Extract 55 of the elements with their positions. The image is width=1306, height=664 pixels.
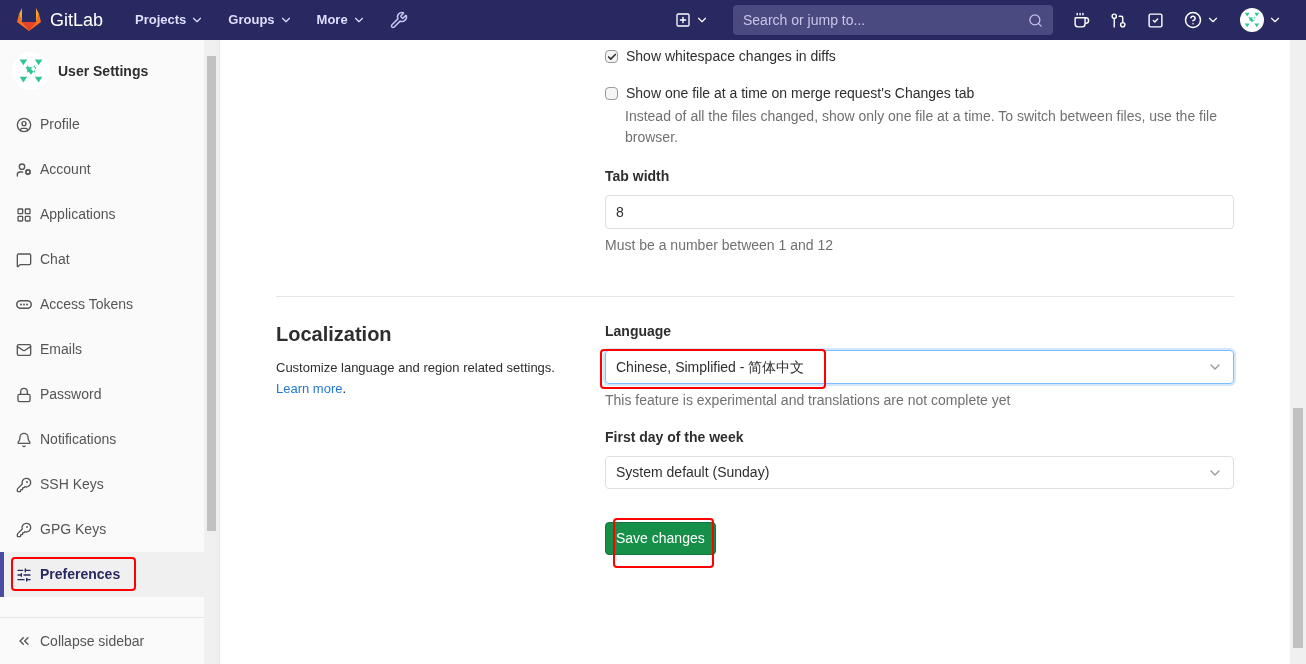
sidebar-item[interactable]: Password [0, 372, 204, 417]
avatar [1240, 8, 1264, 32]
merge-request-icon[interactable] [1110, 11, 1127, 29]
checkbox-label: Show one file at a time on merge request's Changes tab [626, 84, 975, 103]
plus-icon[interactable] [675, 12, 691, 28]
help-icon[interactable] [1184, 11, 1202, 29]
sidebar-item[interactable]: SSH Keys [0, 462, 204, 507]
input-field[interactable]: 8 [605, 195, 1234, 229]
checkbox[interactable] [605, 87, 618, 100]
section-title: Localization [276, 322, 393, 347]
language-select[interactable]: Chinese, Simplified - 简体中文 [605, 350, 1234, 384]
sidebar-item[interactable]: Applications [0, 192, 204, 237]
scrollbar[interactable] [204, 40, 219, 664]
sidebar-item[interactable]: Notifications [0, 417, 204, 462]
section-description: Customize language and region related settings. Learn more. [276, 359, 556, 398]
sidebar-item[interactable]: Account [0, 147, 204, 192]
chat-bubble-icon [16, 251, 32, 268]
help-text: Must be a number between 1 and 12 [605, 236, 835, 255]
brand-name[interactable]: GitLab [50, 6, 104, 34]
sidebar-item[interactable]: Chat [0, 237, 204, 282]
first-day-select[interactable]: System default (Sunday) [605, 456, 1234, 489]
grid-icon [16, 206, 32, 223]
save-button[interactable]: Save changes [605, 522, 716, 555]
dots-pill-icon [16, 300, 32, 309]
user-circle-icon [16, 116, 32, 133]
help-text: This feature is experimental and translations are not complete yet [605, 391, 1012, 410]
sidebar-item[interactable]: Profile [0, 102, 204, 147]
wrench-icon[interactable] [389, 11, 408, 29]
search-field[interactable]: Search or jump to... [733, 5, 1053, 35]
bell-icon [16, 431, 32, 448]
sidebar-item[interactable]: Access Tokens [0, 282, 204, 327]
field-label: Language [605, 322, 673, 341]
envelope-icon [16, 341, 32, 358]
sidebar-item[interactable]: Preferences [0, 552, 204, 597]
sidebar-item[interactable]: Emails [0, 327, 204, 372]
nav-menu[interactable]: Projects [135, 10, 205, 30]
key-icon [16, 476, 32, 493]
help-text: Instead of all the files changed, show only one file at a time. To switch between files, use the file browser. [625, 107, 1218, 147]
todo-icon[interactable] [1147, 11, 1164, 29]
key-icon [16, 521, 32, 538]
checkbox[interactable] [605, 50, 618, 63]
sidebar-title: User Settings [58, 61, 149, 81]
sliders-icon [16, 566, 32, 583]
checkbox-label: Show whitespace changes in diffs [626, 47, 836, 66]
user-gear-icon [16, 161, 32, 178]
field-label: First day of the week [605, 428, 745, 447]
fox-logo-icon [16, 8, 42, 32]
search-icon [1028, 12, 1043, 28]
nav-menu[interactable]: More [316, 10, 366, 30]
cup-icon[interactable] [1073, 11, 1090, 29]
sidebar-item[interactable]: GPG Keys [0, 507, 204, 552]
scrollbar[interactable] [1290, 40, 1306, 664]
field-label: Tab width [605, 167, 671, 186]
lock-icon [16, 386, 32, 403]
nav-menu[interactable]: Groups [228, 10, 293, 30]
